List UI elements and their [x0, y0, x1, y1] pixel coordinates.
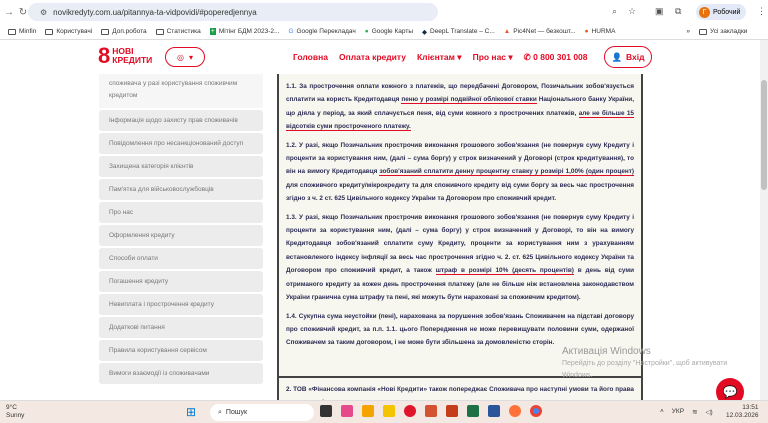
logo[interactable]: 8 НОВІ КРЕДИТИ — [98, 45, 152, 67]
sidebar-item[interactable]: Вимоги взаємодії із споживачами — [99, 363, 263, 384]
site-header: 8 НОВІ КРЕДИТИ ◎ ▾ Головна Оплата кредиту К… — [0, 40, 760, 74]
clause-1-2: 1.2. У разі, якщо Позичальник прострочив… — [286, 141, 635, 203]
pic4net-icon: ▲ — [503, 28, 511, 35]
maps-icon: ● — [364, 28, 369, 35]
forward-icon[interactable]: → — [2, 7, 16, 18]
zoom-icon[interactable]: ⌕ — [612, 6, 617, 17]
word-icon[interactable] — [488, 405, 500, 417]
taskbar-search[interactable]: ⌕ Пошук — [210, 404, 314, 421]
windows-start-icon[interactable]: ⊞ — [186, 405, 196, 419]
search-icon: ⌕ — [218, 408, 222, 416]
clause-2: 2. ТОВ «Фінансова компанія «Нові Кредити… — [286, 385, 634, 400]
star-icon[interactable]: ☆ — [628, 6, 636, 17]
sidebar-item[interactable]: Погашення кредиту — [99, 271, 263, 292]
chevron-up-icon[interactable]: ˄ — [660, 408, 664, 416]
clause-1-4: 1.4. Сукупна сума неустойки (пені), нара… — [286, 312, 634, 347]
folder-icon — [45, 28, 54, 35]
sidebar-item[interactable]: Додаткові питання — [99, 317, 263, 338]
app-icon[interactable] — [362, 405, 374, 417]
all-bookmarks[interactable]: Усі закладки — [699, 28, 747, 35]
task-view-icon[interactable] — [320, 405, 332, 417]
sidebar-item[interactable]: Правила користування сервісом — [99, 340, 263, 361]
site-info-icon[interactable]: ⚙ — [40, 8, 47, 17]
chat-icon: 💬 — [722, 385, 738, 399]
eye-icon: ◎ — [177, 52, 184, 62]
camera-icon[interactable]: ▣ — [655, 6, 664, 17]
sidebar-item[interactable]: Інформація щодо захисту прав споживачів — [99, 110, 263, 131]
bookmark[interactable]: Користувачі — [45, 28, 92, 35]
url-text: novikredyty.com.ua/pitannya-ta-vidpovidi… — [53, 7, 257, 17]
sidebar-item[interactable]: Про нас — [99, 202, 263, 223]
sidebar-item[interactable]: Захищена категорія клієнтів — [99, 156, 263, 177]
folder-icon — [155, 28, 164, 35]
bookmark[interactable]: Доп.робота — [101, 28, 147, 35]
phone-icon: ✆ — [523, 52, 534, 62]
translate-icon: G — [288, 28, 294, 35]
bookmarks-bar: Minfin Користувачі Доп.робота Статистика… — [0, 24, 768, 40]
avatar: Г — [699, 6, 710, 18]
logo-mark: 8 — [98, 43, 111, 68]
volume-icon[interactable]: ◁) — [706, 408, 713, 416]
menu-clients[interactable]: Клієнтам ▾ — [417, 52, 462, 63]
menu-about[interactable]: Про нас ▾ — [473, 52, 513, 63]
language-indicator[interactable]: УКР — [672, 408, 684, 416]
bookmark[interactable]: Статистика — [155, 28, 201, 35]
opera-icon[interactable] — [404, 405, 416, 417]
clause-1-1: 1.1. За прострочення оплати кожного з пл… — [286, 83, 634, 132]
phone-link[interactable]: ✆ 0 800 301 008 — [524, 52, 588, 63]
bookmark[interactable]: ◆ DeepL Translate – С... — [422, 28, 495, 36]
deepl-icon: ◆ — [422, 28, 427, 36]
bookmark[interactable]: ● Google Карты — [365, 28, 413, 35]
access-icon[interactable] — [446, 405, 458, 417]
sidebar-item[interactable]: Пам'ятка для військовослужбовців — [99, 179, 263, 200]
browser-toolbar: → ↻ ⚙ novikredyty.com.ua/pitannya-ta-vidp… — [0, 0, 768, 24]
user-icon: 👤 — [611, 51, 623, 62]
taskbar: 9°C Sunny ⊞ ⌕ Пошук ˄ УКР ≋ ◁) 13:51 12.03.… — [0, 400, 768, 423]
clause-1-3: 1.3. У разі, якщо Позичальник прострочив… — [286, 213, 635, 302]
extensions-icon[interactable]: ⧉ — [675, 6, 681, 17]
menu-home[interactable]: Головна — [293, 52, 328, 63]
system-tray: ˄ УКР ≋ ◁) — [660, 408, 713, 416]
wifi-icon[interactable]: ≋ — [692, 408, 697, 416]
login-button[interactable]: 👤 Вхід — [604, 46, 652, 68]
file-explorer-icon[interactable] — [383, 405, 395, 417]
sidebar-item[interactable]: Невиплата і прострочення кредиту — [99, 294, 263, 315]
firefox-icon[interactable] — [509, 405, 521, 417]
bookmark[interactable]: ▲ Pic4Net — безкошт... — [504, 28, 576, 35]
powerpoint-icon[interactable] — [425, 405, 437, 417]
folder-icon — [8, 28, 16, 35]
folder-icon — [101, 28, 110, 35]
menu-payment[interactable]: Оплата кредиту — [339, 52, 406, 63]
folder-icon — [699, 28, 708, 35]
clock[interactable]: 13:51 12.03.2026 — [726, 404, 759, 420]
address-bar[interactable]: ⚙ novikredyty.com.ua/pitannya-ta-vidpovid… — [28, 3, 438, 21]
faq-sidebar: споживача у разі користування споживчим … — [99, 74, 263, 400]
bookmark[interactable]: + Мітінг БДМ 2023-2... — [209, 28, 279, 35]
accessibility-button[interactable]: ◎ ▾ — [165, 47, 205, 67]
bookmark[interactable]: G Google Перекладач — [288, 28, 355, 35]
chrome-icon[interactable] — [530, 405, 542, 417]
hurma-icon: ● — [584, 28, 589, 35]
sidebar-item[interactable]: Повідомлення про несанкціонований доступ — [99, 133, 263, 154]
taskbar-apps — [320, 405, 542, 417]
sidebar-item[interactable]: Способи оплати — [99, 248, 263, 269]
bookmark[interactable]: Minfin — [8, 28, 36, 35]
windows-activation-watermark: Активація Windows Перейдіть до розділу "Н… — [562, 346, 728, 379]
menu-icon[interactable]: ⋮ — [757, 6, 766, 17]
page-scrollbar[interactable] — [760, 40, 768, 400]
excel-icon[interactable] — [467, 405, 479, 417]
sheets-icon: + — [209, 28, 216, 35]
profile-button[interactable]: Г Робочий — [696, 4, 746, 20]
photos-icon[interactable] — [341, 405, 353, 417]
sidebar-item[interactable]: споживача у разі користування споживчим … — [99, 74, 263, 108]
scrollbar-thumb[interactable] — [761, 80, 767, 190]
bookmark[interactable]: ● HURMA — [585, 28, 616, 35]
weather-widget[interactable]: 9°C Sunny — [6, 404, 24, 420]
main-menu: Головна Оплата кредиту Клієнтам ▾ Про на… — [293, 52, 588, 63]
more-bookmarks[interactable]: » — [686, 28, 690, 35]
chevron-down-icon: ▾ — [188, 52, 193, 62]
profile-name: Робочий — [713, 8, 741, 16]
sidebar-item[interactable]: Оформлення кредиту — [99, 225, 263, 246]
